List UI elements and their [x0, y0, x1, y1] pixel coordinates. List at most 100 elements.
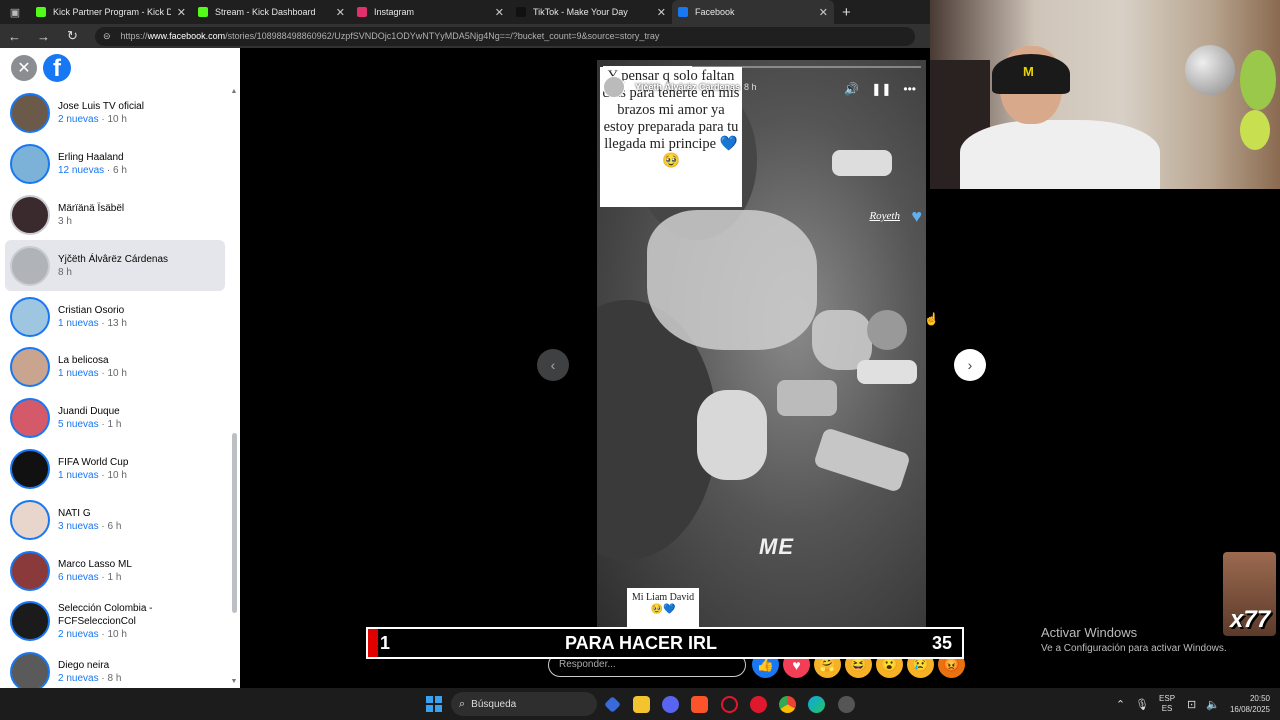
- copilot-icon[interactable]: [604, 696, 621, 713]
- browser-window: ▣ Kick Partner Program - Kick Dash✕Strea…: [0, 0, 986, 693]
- tray-overflow-icon[interactable]: ⌃: [1116, 698, 1125, 711]
- browser-tab[interactable]: Stream - Kick Dashboard ✕: [192, 0, 351, 24]
- story-time: 10 h: [107, 368, 127, 380]
- story-author-name: Selección Colombia - FCFSeleccionCol: [58, 602, 153, 627]
- story-list-item[interactable]: FIFA World Cup 1 nuevas · 10 h: [0, 444, 228, 495]
- lang-top: ESP: [1159, 694, 1176, 703]
- next-story-button[interactable]: ›: [954, 349, 986, 381]
- url-field[interactable]: ⊝ https://www.facebook.com/stories/10898…: [95, 26, 915, 46]
- avatar: [10, 499, 50, 540]
- story-signature: Royeth: [869, 210, 900, 222]
- edge-icon[interactable]: [808, 696, 825, 713]
- tab-favicon-icon: [516, 7, 526, 17]
- scrollbar-thumb[interactable]: [232, 433, 237, 613]
- story-list-item[interactable]: La belicosa 1 nuevas · 10 h: [0, 342, 228, 393]
- story-new-count: 2 nuevas: [58, 628, 99, 640]
- taskbar-search-label: Búsqueda: [471, 698, 517, 710]
- new-tab-button[interactable]: +: [842, 4, 851, 21]
- avatar: [10, 550, 50, 591]
- story-new-count: 2 nuevas: [58, 673, 99, 685]
- story-time: 10 h: [107, 469, 127, 481]
- opera-icon[interactable]: [721, 696, 738, 713]
- settings-app-icon[interactable]: [838, 696, 855, 713]
- tab-close-icon[interactable]: ✕: [495, 6, 504, 19]
- story-new-count: 3 nuevas: [58, 520, 99, 532]
- story-list-item[interactable]: Cristian Osorio 1 nuevas · 13 h: [0, 291, 228, 342]
- story-list-item[interactable]: Selección Colombia - FCFSeleccionCol 2 nu…: [0, 596, 228, 647]
- file-explorer-icon[interactable]: [633, 696, 650, 713]
- tab-close-icon[interactable]: ✕: [657, 6, 666, 19]
- pause-icon[interactable]: ❚❚: [871, 82, 891, 96]
- author-name[interactable]: Yjčëth Álvârëz Cárdenas: [635, 82, 740, 92]
- tab-close-icon[interactable]: ✕: [819, 6, 828, 19]
- mouse-cursor-icon: ☝: [924, 312, 939, 326]
- story-author-name: Juandi Duque: [58, 406, 120, 418]
- tab-favicon-icon: [36, 7, 46, 17]
- avatar: [10, 448, 50, 489]
- clock-date: 16/08/2025: [1229, 705, 1270, 714]
- microphone-icon[interactable]: 🎙: [1135, 698, 1149, 711]
- story-author-name: Cristian Osorio: [58, 304, 125, 316]
- goal-target: 35: [931, 632, 952, 653]
- story-list-item[interactable]: Juandi Duque 5 nuevas · 1 h: [0, 393, 228, 444]
- story-list-item[interactable]: Yjčëth Álvârëz Cárdenas 8 h: [5, 240, 225, 292]
- discord-icon[interactable]: [662, 696, 679, 713]
- clock-time: 20:50: [1249, 694, 1270, 703]
- story-new-count: 5 nuevas: [58, 419, 99, 431]
- clock[interactable]: 20:50 16/08/2025: [1230, 693, 1270, 715]
- story-author-name: NATI G: [58, 507, 91, 519]
- browser-tab[interactable]: TikTok - Make Your Day ✕: [510, 0, 672, 24]
- network-icon[interactable]: ⊡: [1187, 698, 1196, 711]
- story-list-item[interactable]: Jose Luis TV oficial 2 nuevas · 10 h: [0, 88, 228, 139]
- facebook-logo[interactable]: f: [43, 54, 71, 82]
- previous-story-button[interactable]: ‹: [537, 349, 569, 381]
- story-list-item[interactable]: Erling Haaland 12 nuevas · 6 h: [0, 139, 228, 190]
- taskbar-search[interactable]: ⌕ Búsqueda: [451, 692, 597, 716]
- story-list-item[interactable]: Marco Lasso ML 6 nuevas · 1 h: [0, 545, 228, 596]
- tab-close-icon[interactable]: ✕: [336, 6, 345, 19]
- forward-icon[interactable]: →: [29, 24, 58, 48]
- scroll-up-icon[interactable]: ▲: [230, 88, 238, 95]
- story-time: 6 h: [113, 165, 127, 177]
- tab-favicon-icon: [198, 7, 208, 17]
- activate-title: Activar Windows: [1041, 625, 1138, 640]
- browser-tab[interactable]: Kick Partner Program - Kick Dash ✕: [30, 0, 192, 24]
- close-stories-button[interactable]: ✕: [11, 55, 37, 81]
- story-new-count: 6 nuevas: [58, 571, 99, 583]
- webcam-overlay: M: [930, 0, 1280, 189]
- more-options-icon[interactable]: •••: [903, 82, 916, 96]
- avatar: [10, 93, 50, 134]
- stories-sidebar: ✕ f Jose Luis TV oficial 2 nuevas · 10 hE…: [0, 48, 240, 693]
- reload-icon[interactable]: ↻: [58, 24, 87, 48]
- scroll-down-icon[interactable]: ▼: [230, 678, 238, 685]
- story-time: 13 h: [107, 317, 127, 329]
- volume-icon[interactable]: 🔊: [844, 82, 859, 96]
- site-info-icon[interactable]: ⊝: [103, 31, 111, 42]
- back-icon[interactable]: ←: [0, 24, 29, 48]
- windows-start-icon[interactable]: [426, 696, 442, 712]
- avatar: [10, 601, 50, 642]
- cap-logo-icon: M: [1023, 64, 1034, 79]
- story-card[interactable]: Y pensar q solo faltan días para tenerte…: [597, 60, 926, 640]
- story-list-item[interactable]: Märïänä Ïsäbël 3 h: [0, 190, 228, 241]
- url-path: /stories/108988498860962/UzpfSVNDOjc1ODY…: [225, 31, 660, 41]
- story-time: 3 h: [58, 215, 72, 227]
- url-host: www.facebook.com: [147, 31, 226, 41]
- tab-favicon-icon: [678, 7, 688, 17]
- story-author-name: FIFA World Cup: [58, 456, 129, 468]
- browser-tab[interactable]: Instagram ✕: [351, 0, 510, 24]
- tab-close-icon[interactable]: ✕: [177, 6, 186, 19]
- opera-gx-icon[interactable]: [750, 696, 767, 713]
- story-author-name: Diego neira: [58, 660, 110, 672]
- story-time: 10 h: [107, 114, 127, 126]
- author-avatar[interactable]: [603, 76, 625, 98]
- language-indicator[interactable]: ESP ES: [1159, 694, 1175, 714]
- taskbar: ⌕ Búsqueda ⌃ 🎙 ESP ES ⊡ 🔈 20:50 16/08/20…: [0, 688, 1280, 720]
- story-list-item[interactable]: NATI G3 nuevas · 6 h: [0, 494, 228, 545]
- brave-icon[interactable]: [691, 696, 708, 713]
- tab-actions-icon[interactable]: ▣: [0, 0, 30, 24]
- chrome-icon[interactable]: [779, 696, 796, 713]
- browser-tab[interactable]: Facebook ✕: [672, 0, 834, 24]
- volume-tray-icon[interactable]: 🔈: [1206, 698, 1220, 711]
- story-list: Jose Luis TV oficial 2 nuevas · 10 h Erlin…: [0, 88, 228, 698]
